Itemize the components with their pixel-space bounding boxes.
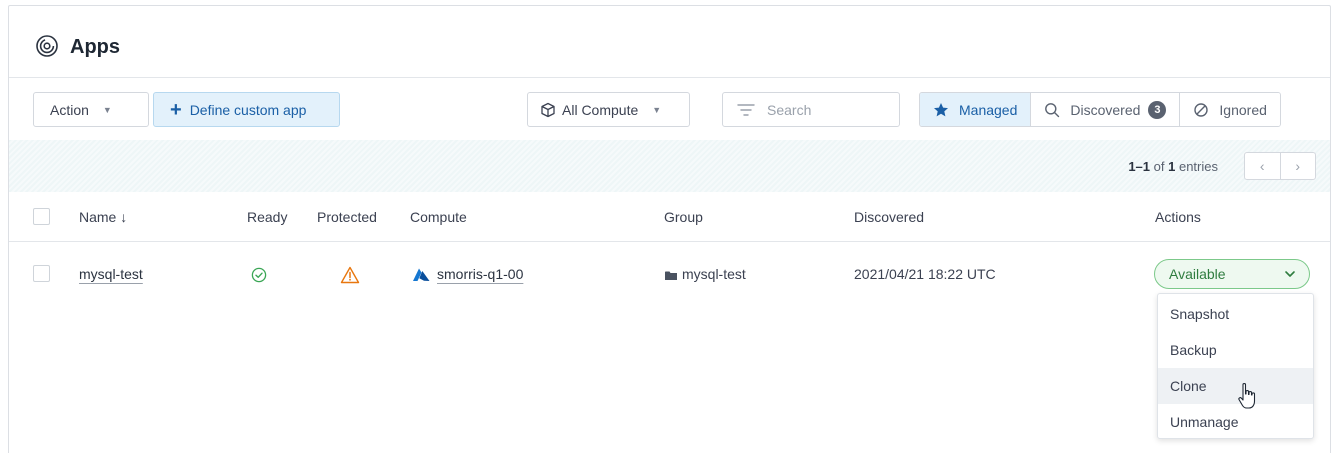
tab-ignored[interactable]: Ignored (1180, 93, 1280, 126)
row-checkbox[interactable] (33, 265, 50, 282)
entries-of: of (1153, 159, 1165, 174)
entries-total: 1 (1168, 159, 1176, 174)
page-title: Apps (70, 36, 120, 58)
menu-item-unmanage[interactable]: Unmanage (1158, 404, 1313, 440)
compute-filter-dropdown[interactable]: All Compute ▼ (527, 92, 690, 127)
group-name: mysql-test (682, 266, 746, 282)
tab-discovered-label: Discovered (1070, 101, 1141, 118)
menu-item-clone[interactable]: Clone (1158, 368, 1313, 404)
status-label: Available (1169, 266, 1226, 282)
apps-swirl-icon (36, 35, 58, 57)
actions-dropdown[interactable]: Available (1154, 259, 1310, 289)
plus-icon: + (170, 98, 182, 121)
select-all-checkbox[interactable] (33, 208, 50, 225)
folder-icon (665, 271, 677, 280)
table-header: Name ↓ Ready Protected Compute Group Dis… (9, 192, 1330, 242)
column-header-name[interactable]: Name ↓ (79, 209, 127, 225)
pagination-bar: 1–1 of 1 entries ‹ › (9, 140, 1330, 192)
next-page-button[interactable]: › (1281, 153, 1316, 179)
action-dropdown[interactable]: Action ▼ (33, 92, 149, 127)
warning-icon (340, 266, 360, 284)
search-input[interactable]: Search (722, 92, 900, 127)
star-icon (934, 102, 948, 116)
discovered-count-badge: 3 (1148, 100, 1167, 119)
caret-down-icon: ▼ (652, 104, 662, 115)
tab-ignored-label: Ignored (1219, 101, 1267, 118)
title-bar: Apps (9, 6, 1330, 78)
menu-item-snapshot[interactable]: Snapshot (1158, 296, 1313, 332)
tab-discovered[interactable]: Discovered 3 (1031, 93, 1181, 126)
define-custom-app-label: Define custom app (189, 101, 307, 118)
search-icon (1045, 102, 1060, 117)
ban-icon (1194, 102, 1209, 117)
apps-panel: Apps Action ▼ + Define custom app All Co… (8, 5, 1331, 453)
cube-icon (541, 102, 555, 117)
actions-menu: Snapshot Backup Clone Unmanage (1157, 293, 1314, 439)
chevron-down-icon (1285, 271, 1295, 277)
azure-icon (413, 268, 430, 281)
column-header-group[interactable]: Group (664, 209, 703, 225)
menu-item-backup[interactable]: Backup (1158, 332, 1313, 368)
app-name-link[interactable]: mysql-test (79, 266, 143, 282)
hand-pointer-icon (1238, 383, 1256, 409)
column-header-protected[interactable]: Protected (317, 209, 377, 225)
entries-range: 1–1 (1128, 159, 1151, 174)
caret-down-icon: ▼ (102, 104, 112, 115)
compute-link[interactable]: smorris-q1-00 (437, 266, 523, 282)
column-header-compute[interactable]: Compute (410, 209, 467, 225)
entries-count: 1–1 of 1 entries (1128, 159, 1218, 174)
prev-page-button[interactable]: ‹ (1245, 153, 1281, 179)
ready-check-icon (251, 267, 267, 283)
pager: ‹ › (1244, 152, 1316, 180)
action-dropdown-label: Action (50, 101, 89, 118)
define-custom-app-button[interactable]: + Define custom app (153, 92, 340, 127)
compute-filter-label: All Compute (562, 101, 639, 118)
column-header-actions: Actions (1155, 209, 1201, 225)
column-header-discovered[interactable]: Discovered (854, 209, 924, 225)
search-placeholder: Search (767, 101, 812, 118)
entries-suffix: entries (1178, 159, 1218, 174)
column-header-ready[interactable]: Ready (247, 209, 287, 225)
discovered-date: 2021/04/21 18:22 UTC (854, 266, 996, 282)
toolbar: Action ▼ + Define custom app All Compute… (9, 78, 1330, 140)
view-filter-group: Managed Discovered 3 Ignored (919, 92, 1281, 127)
table-row: mysql-test smorris-q1-00 mysql-test 2021… (9, 243, 1330, 303)
filter-icon (737, 103, 755, 116)
tab-managed[interactable]: Managed (920, 93, 1032, 126)
tab-managed-label: Managed (959, 101, 1018, 118)
